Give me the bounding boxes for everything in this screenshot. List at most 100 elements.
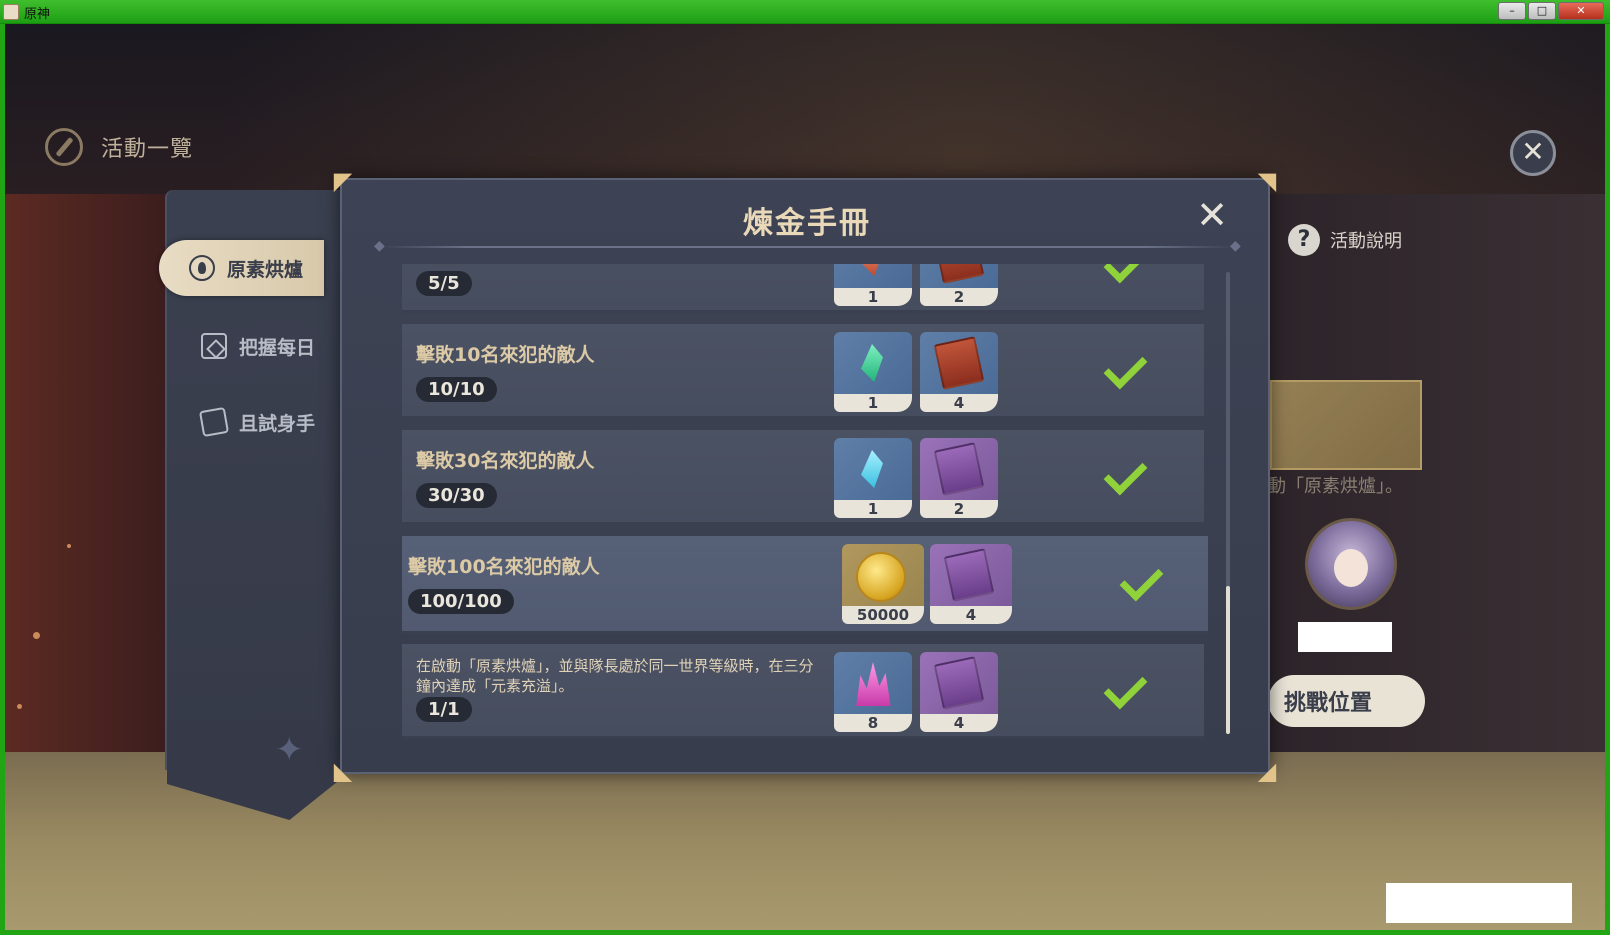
- corner-ornament-icon: ◥: [1257, 167, 1277, 195]
- violet-book-icon: [943, 548, 995, 602]
- alchemy-handbook-dialog: ◤ ◥ ◣ ◢ 煉金手冊 ✕ ◆ ◆ 5/5 1 2 擊敗10名來犯的敵人 10…: [334, 168, 1276, 784]
- sidebar-item-daily[interactable]: 把握每日: [177, 318, 342, 374]
- task-progress: 100/100: [408, 589, 514, 614]
- question-icon: ?: [1288, 224, 1320, 256]
- task-row: 擊敗30名來犯的敵人 30/30 1 2: [402, 430, 1204, 525]
- reward-item[interactable]: 4: [920, 332, 998, 412]
- redacted-box: [1298, 622, 1392, 652]
- reward-item[interactable]: 2: [920, 264, 998, 306]
- reward-qty: 4: [930, 606, 1012, 624]
- checkmark-icon: [1104, 668, 1148, 712]
- cyan-crystal-icon: [861, 450, 883, 488]
- sidebar-item-label: 把握每日: [239, 336, 316, 359]
- red-book-icon: [933, 264, 985, 284]
- reward-art: [834, 438, 912, 500]
- reward-item[interactable]: 1: [834, 332, 912, 412]
- reward-art: [920, 652, 998, 714]
- task-progress: 10/10: [416, 377, 497, 402]
- reward-art: [920, 438, 998, 500]
- calendar-icon: [201, 333, 227, 359]
- list-scrollbar-thumb[interactable]: [1226, 586, 1230, 734]
- activity-title: 活動一覽: [101, 137, 194, 162]
- reward-item[interactable]: 4: [920, 652, 998, 732]
- reward-qty: 8: [834, 714, 912, 732]
- task-row-selected[interactable]: 擊敗100名來犯的敵人 100/100 50000 4: [402, 536, 1208, 634]
- reward-qty: 2: [920, 288, 998, 306]
- help-label: 活動說明: [1330, 231, 1402, 252]
- reward-art: [920, 264, 998, 288]
- reward-qty: 4: [920, 394, 998, 412]
- task-description: 擊敗10名來犯的敵人: [416, 344, 595, 366]
- red-book-icon: [933, 336, 985, 390]
- title-divider: [382, 246, 1232, 248]
- reward-item[interactable]: 4: [930, 544, 1012, 624]
- window-title: 原神: [24, 7, 51, 22]
- reward-item[interactable]: 1: [834, 264, 912, 306]
- sidebar-item-label: 原素烘爐: [227, 258, 304, 281]
- furnace-icon: [189, 255, 215, 281]
- reward-item[interactable]: 2: [920, 438, 998, 518]
- reward-art: [842, 544, 924, 606]
- window-titlebar: 原神 – □ ✕: [0, 0, 1610, 24]
- reward-qty: 1: [834, 394, 912, 412]
- violet-book-icon: [933, 656, 985, 710]
- sidebar-item-trial[interactable]: 且試身手: [177, 394, 342, 450]
- checkmark-icon: [1120, 560, 1164, 604]
- reward-item[interactable]: 1: [834, 438, 912, 518]
- window-frame-right: [1605, 24, 1610, 935]
- task-list[interactable]: 5/5 1 2 擊敗10名來犯的敵人 10/10 1 4 擊敗30名來犯的敵人 …: [402, 264, 1208, 742]
- task-progress: 1/1: [416, 697, 472, 722]
- redacted-box: [1386, 883, 1572, 923]
- task-description: 擊敗100名來犯的敵人: [408, 556, 600, 578]
- reward-qty: 50000: [842, 606, 924, 624]
- task-row: 擊敗10名來犯的敵人 10/10 1 4: [402, 324, 1204, 419]
- reward-art: [834, 652, 912, 714]
- dialog-title: 煉金手冊: [743, 206, 871, 241]
- checkmark-icon: [1104, 264, 1148, 286]
- activity-sidebar: 原素烘爐 把握每日 且試身手 ✦: [159, 190, 342, 820]
- corner-ornament-icon: ◢: [1257, 757, 1277, 785]
- window-frame-bottom: [0, 930, 1610, 935]
- event-banner: [1270, 380, 1422, 470]
- minimize-button[interactable]: –: [1498, 2, 1526, 20]
- reward-art: [920, 332, 998, 394]
- reward-qty: 4: [920, 714, 998, 732]
- violet-book-icon: [933, 442, 985, 496]
- ember-spark: [67, 544, 71, 548]
- task-description: 在啟動「原素烘爐」，並與隊長處於同一世界等級時，在三分鐘內達成「元素充溢」。: [416, 657, 814, 695]
- divider-gem-icon: ◆: [374, 238, 385, 254]
- checkmark-icon: [1104, 348, 1148, 392]
- checkmark-icon: [1104, 454, 1148, 498]
- task-row: 在啟動「原素烘爐」，並與隊長處於同一世界等級時，在三分鐘內達成「元素充溢」。 1…: [402, 644, 1204, 739]
- ember-spark: [33, 632, 40, 639]
- reward-qty: 1: [834, 500, 912, 518]
- reward-qty: 2: [920, 500, 998, 518]
- red-crystal-icon: [861, 264, 883, 276]
- divider-gem-icon: ◆: [1230, 238, 1241, 254]
- reward-art: [834, 264, 912, 288]
- maximize-button[interactable]: □: [1528, 2, 1556, 20]
- avatar: [1305, 518, 1397, 610]
- task-progress: 30/30: [416, 483, 497, 508]
- reward-item[interactable]: 8: [834, 652, 912, 732]
- reward-qty: 1: [834, 288, 912, 306]
- window-close-button[interactable]: ✕: [1558, 2, 1604, 20]
- sidebar-item-elemental-furnace[interactable]: 原素烘爐: [159, 240, 324, 296]
- task-description: 擊敗30名來犯的敵人: [416, 450, 595, 472]
- compass-icon: [45, 128, 83, 166]
- ember-spark: [17, 704, 22, 709]
- reward-art: [834, 332, 912, 394]
- pink-crystal-icon: [856, 662, 891, 706]
- corner-ornament-icon: ◤: [333, 167, 353, 195]
- activity-close-button[interactable]: ✕: [1510, 130, 1556, 176]
- reward-art: [930, 544, 1012, 606]
- dialog-close-button[interactable]: ✕: [1192, 196, 1232, 236]
- sidebar-item-label: 且試身手: [239, 412, 316, 435]
- mora-coin-icon: [856, 552, 906, 602]
- hint-text: 動「原素烘爐」。: [1268, 476, 1403, 497]
- activity-help[interactable]: ? 活動說明: [1288, 224, 1402, 256]
- cards-icon: [198, 406, 230, 438]
- reward-item[interactable]: 50000: [842, 544, 924, 624]
- challenge-location-button[interactable]: 挑戰位置: [1268, 675, 1425, 727]
- task-row: 5/5 1 2: [402, 264, 1204, 313]
